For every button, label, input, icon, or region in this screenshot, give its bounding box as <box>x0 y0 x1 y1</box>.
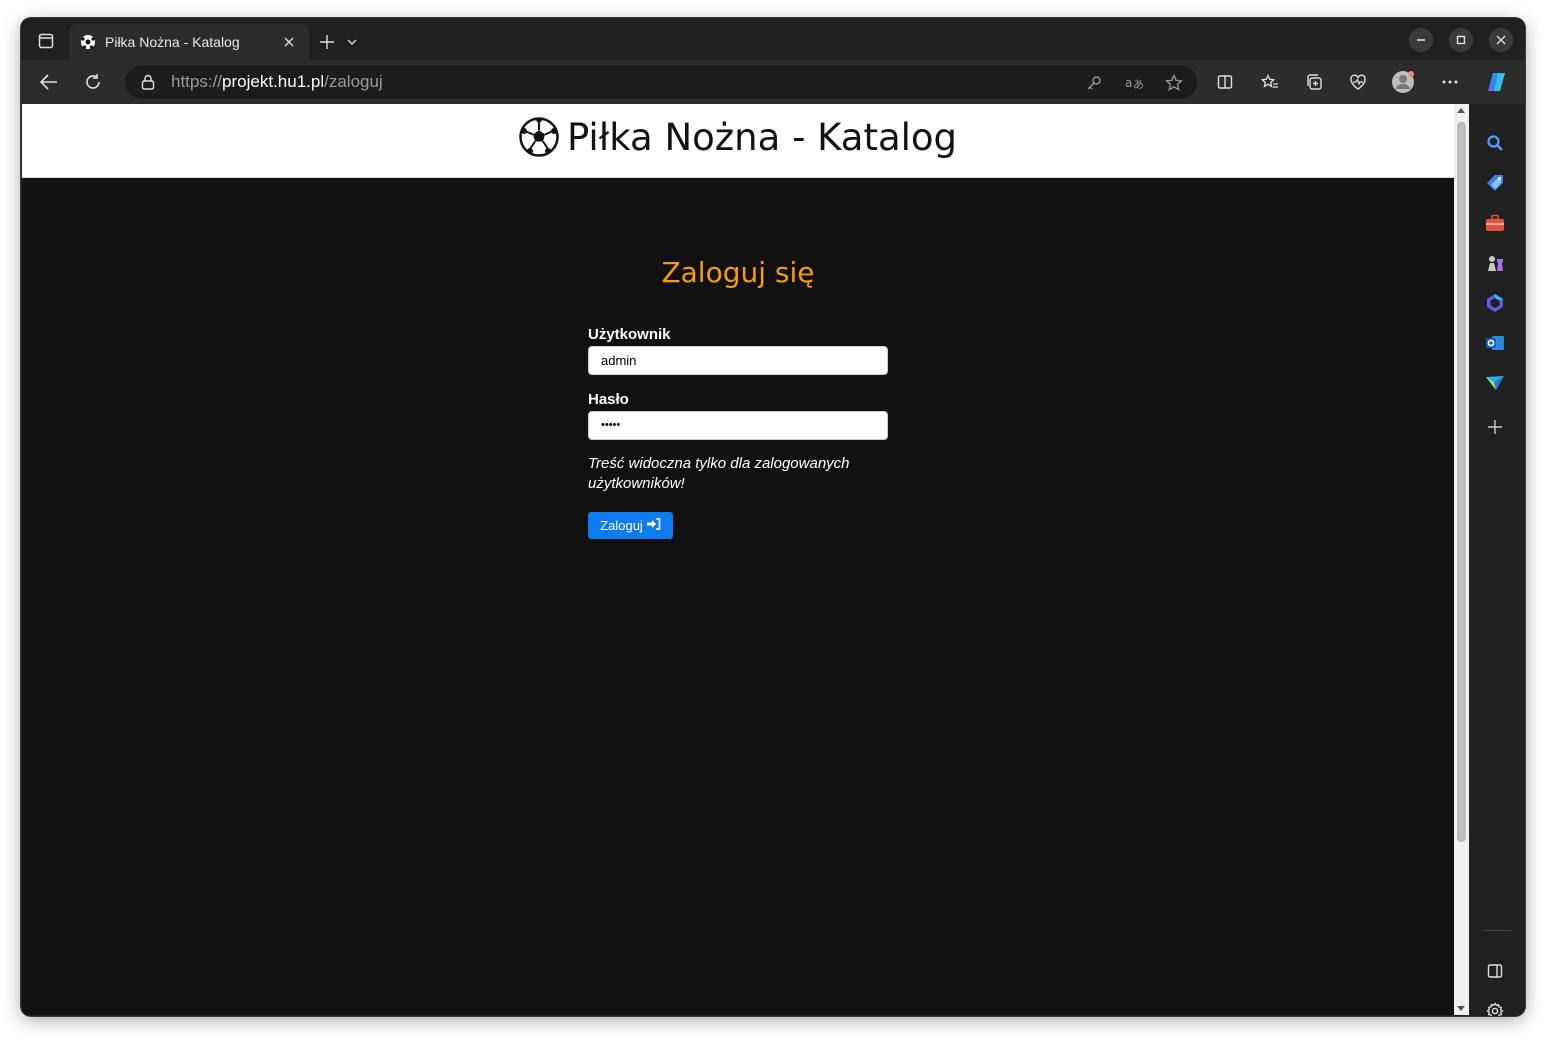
soccer-ball-icon <box>519 117 559 157</box>
tab-actions-icon[interactable] <box>33 28 59 54</box>
svg-text:あ: あ <box>1133 78 1143 91</box>
minimize-icon[interactable] <box>1409 28 1433 52</box>
key-icon[interactable] <box>1083 72 1105 94</box>
tools-briefcase-icon[interactable] <box>1484 212 1506 234</box>
password-input[interactable]: ••••• <box>588 411 888 440</box>
edge-sidebar <box>1469 104 1525 1016</box>
microsoft-365-icon[interactable] <box>1484 292 1506 314</box>
send-drop-icon[interactable] <box>1484 372 1506 394</box>
new-tab-icon[interactable] <box>315 30 339 54</box>
hide-sidebar-icon[interactable] <box>1484 960 1506 982</box>
site-title: Piłka Nożna - Katalog <box>22 116 1454 159</box>
split-screen-icon[interactable] <box>1211 68 1239 96</box>
maximize-icon[interactable] <box>1449 28 1473 52</box>
browser-window: Piłka Nożna - Katalog https://projekt.hu… <box>21 18 1525 1016</box>
tab-strip: Piłka Nożna - Katalog <box>21 18 1525 60</box>
back-icon[interactable] <box>35 68 63 96</box>
sign-in-icon <box>646 518 661 533</box>
tab-active[interactable]: Piłka Nożna - Katalog <box>69 24 309 60</box>
login-button-label: Zaloguj <box>600 518 643 533</box>
shopping-tag-icon[interactable] <box>1484 172 1506 194</box>
favorite-star-icon[interactable] <box>1163 72 1185 94</box>
login-note: Treść widoczna tylko dla zalogowanych uż… <box>588 455 850 492</box>
login-button[interactable]: Zaloguj <box>588 512 673 539</box>
outlook-icon[interactable] <box>1484 332 1506 354</box>
page-viewport: Piłka Nożna - Katalog Zaloguj się Użytko… <box>22 104 1454 1015</box>
password-label: Hasło <box>588 391 629 408</box>
collections-icon[interactable] <box>1300 68 1328 96</box>
chevron-down-icon[interactable] <box>343 30 361 54</box>
games-chess-icon[interactable] <box>1484 252 1506 274</box>
tab-title: Piłka Nożna - Katalog <box>105 34 240 50</box>
browser-toolbar: https://projekt.hu1.pl/zaloguj aあ <box>21 60 1525 104</box>
close-tab-icon[interactable] <box>279 32 299 52</box>
translate-icon[interactable]: aあ <box>1123 72 1145 94</box>
soccer-ball-icon <box>79 33 97 51</box>
profile-avatar-icon[interactable] <box>1389 68 1417 96</box>
site-header: Piłka Nożna - Katalog <box>22 104 1454 178</box>
browser-essentials-icon[interactable] <box>1344 68 1372 96</box>
scroll-up-icon[interactable] <box>1457 108 1465 113</box>
username-input[interactable]: admin <box>588 346 888 375</box>
close-window-icon[interactable] <box>1489 28 1513 52</box>
url-text: https://projekt.hu1.pl/zaloguj <box>171 72 383 91</box>
more-options-icon[interactable] <box>1436 68 1464 96</box>
svg-text:a: a <box>1125 76 1132 90</box>
username-label: Użytkownik <box>588 326 671 343</box>
favorites-icon[interactable] <box>1256 68 1284 96</box>
settings-gear-icon[interactable] <box>1484 1000 1506 1016</box>
page-scrollbar[interactable] <box>1454 104 1469 1015</box>
scroll-down-icon[interactable] <box>1457 1006 1465 1011</box>
lock-icon[interactable] <box>139 73 157 91</box>
login-heading: Zaloguj się <box>661 256 815 289</box>
copilot-icon[interactable] <box>1483 68 1511 96</box>
address-bar[interactable]: https://projekt.hu1.pl/zaloguj aあ <box>125 65 1197 99</box>
sidebar-divider <box>1483 930 1511 931</box>
add-sidebar-app-icon[interactable] <box>1484 416 1506 438</box>
search-icon[interactable] <box>1484 132 1506 154</box>
site-title-text: Piłka Nożna - Katalog <box>566 116 958 159</box>
scroll-thumb[interactable] <box>1457 122 1466 842</box>
refresh-icon[interactable] <box>79 68 107 96</box>
